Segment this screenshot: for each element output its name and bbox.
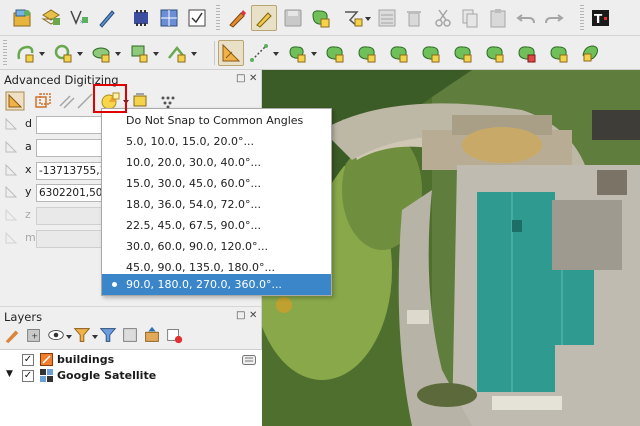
open-styling-icon[interactable] [2,325,22,345]
shape-9-icon[interactable] [546,40,572,66]
copy-icon[interactable] [457,5,483,31]
remove-layer-icon[interactable] [164,325,184,345]
pen-icon[interactable] [94,5,120,31]
enable-advanced-digitizing-icon[interactable] [2,88,28,114]
field-m-label: m [25,231,36,244]
float-button[interactable]: □ [236,73,245,84]
filter-legend-icon[interactable] [98,325,118,345]
layer-visibility-checkbox[interactable]: ✓ [22,354,34,366]
shape-8-icon[interactable] [514,40,540,66]
digitizing-toolbar [0,36,640,70]
save-icon[interactable] [280,5,306,31]
field-z-label: z [25,208,31,221]
attribute-table-icon[interactable] [374,5,400,31]
open-project-icon[interactable] [10,5,36,31]
snap-angle-menu: Do Not Snap to Common Angles 5.0, 10.0, … [101,108,332,296]
layer-name: buildings [57,353,115,366]
measure-line-icon[interactable] [246,40,272,66]
menu-item-90[interactable]: 90.0, 180.0, 270.0, 360.0°... [102,274,331,295]
toggle-edit-icon[interactable] [251,5,277,31]
menu-item-15[interactable]: 15.0, 30.0, 45.0, 60.0°... [102,173,331,194]
edit-mode-icon [242,355,256,365]
raster-layer-icon [40,369,53,382]
text-tool-icon[interactable]: T [588,5,614,31]
menu-item-18[interactable]: 18.0, 36.0, 54.0, 72.0°... [102,194,331,215]
z-input [36,207,104,225]
menu-item-10[interactable]: 10.0, 20.0, 30.0, 40.0°... [102,152,331,173]
menu-item-5[interactable]: 5.0, 10.0, 15.0, 20.0°... [102,131,331,152]
angle-input[interactable] [36,139,104,157]
select-icon[interactable] [184,5,210,31]
highlight-box [93,84,127,113]
selected-radio-icon [112,282,117,287]
digitize-icon[interactable]: * [66,5,92,31]
shape-5-icon[interactable] [418,40,444,66]
undo-icon[interactable] [513,5,539,31]
field-x-label: x [25,163,32,176]
layers-close-button[interactable]: ✕ [249,310,257,321]
filter-icon[interactable] [72,325,92,345]
edit-pencil-icon[interactable] [224,5,250,31]
layer-visibility-checkbox[interactable]: ✓ [22,370,34,382]
close-button[interactable]: ✕ [249,73,257,84]
construction-mode-icon[interactable] [30,88,56,114]
shape-10-icon[interactable] [578,40,604,66]
shape-7-icon[interactable] [482,40,508,66]
delete-icon[interactable] [401,5,427,31]
layer-name: Google Satellite [57,369,157,382]
shape-4-icon[interactable] [386,40,412,66]
visibility-icon[interactable] [46,325,66,345]
expand-all-icon[interactable] [120,325,140,345]
redo-icon[interactable] [541,5,567,31]
field-y-label: y [25,185,32,198]
snapping-icon[interactable] [12,40,38,66]
x-input[interactable]: -13713755,3 [36,162,104,180]
layer-tree: ✓ buildings ▼ ✓ Google Satellite [0,349,262,426]
menu-item-no-snap[interactable]: Do Not Snap to Common Angles [102,110,331,131]
new-layer-icon[interactable] [38,5,64,31]
layers-panel: Layers □ ✕ + ✓ buildings ▼ ✓ Google Sate… [0,306,262,426]
tracing-icon[interactable] [126,40,152,66]
snapping-options-icon[interactable] [50,40,76,66]
shape-2-icon[interactable] [322,40,348,66]
menu-item-30[interactable]: 30.0, 60.0, 90.0, 120.0°... [102,236,331,257]
processing-icon[interactable] [128,5,154,31]
m-input [36,230,104,248]
svg-text:T: T [594,12,603,26]
vertex-tool-icon[interactable] [340,5,366,31]
polygon-layer-icon [40,353,53,366]
add-feature-icon[interactable] [307,5,333,31]
svg-text:+: + [31,331,38,341]
layers-float-button[interactable]: □ [236,310,245,321]
layer-item-google-satellite[interactable]: ▼ ✓ Google Satellite [0,368,262,384]
layer-item-buildings[interactable]: ✓ buildings [0,352,262,368]
shape-1-icon[interactable] [284,40,310,66]
collapse-all-icon[interactable] [142,325,162,345]
cut-icon[interactable] [430,5,456,31]
main-toolbar: * T [0,0,640,36]
distance-input[interactable] [36,116,104,134]
topological-icon[interactable] [88,40,114,66]
field-a-label: a [25,140,32,153]
field-d-label: d [25,117,32,130]
paste-icon[interactable] [485,5,511,31]
expand-arrow-icon[interactable]: ▼ [6,369,13,379]
menu-item-22-5[interactable]: 22.5, 45.0, 67.5, 90.0°... [102,215,331,236]
advanced-digitizing-icon[interactable] [218,40,244,66]
layers-title: Layers [4,310,43,324]
shape-0-icon[interactable] [164,40,190,66]
shape-3-icon[interactable] [354,40,380,66]
shape-6-icon[interactable] [450,40,476,66]
add-group-icon[interactable]: + [24,325,44,345]
grid-icon[interactable] [156,5,182,31]
y-input[interactable]: 6302201,504 [36,184,104,202]
